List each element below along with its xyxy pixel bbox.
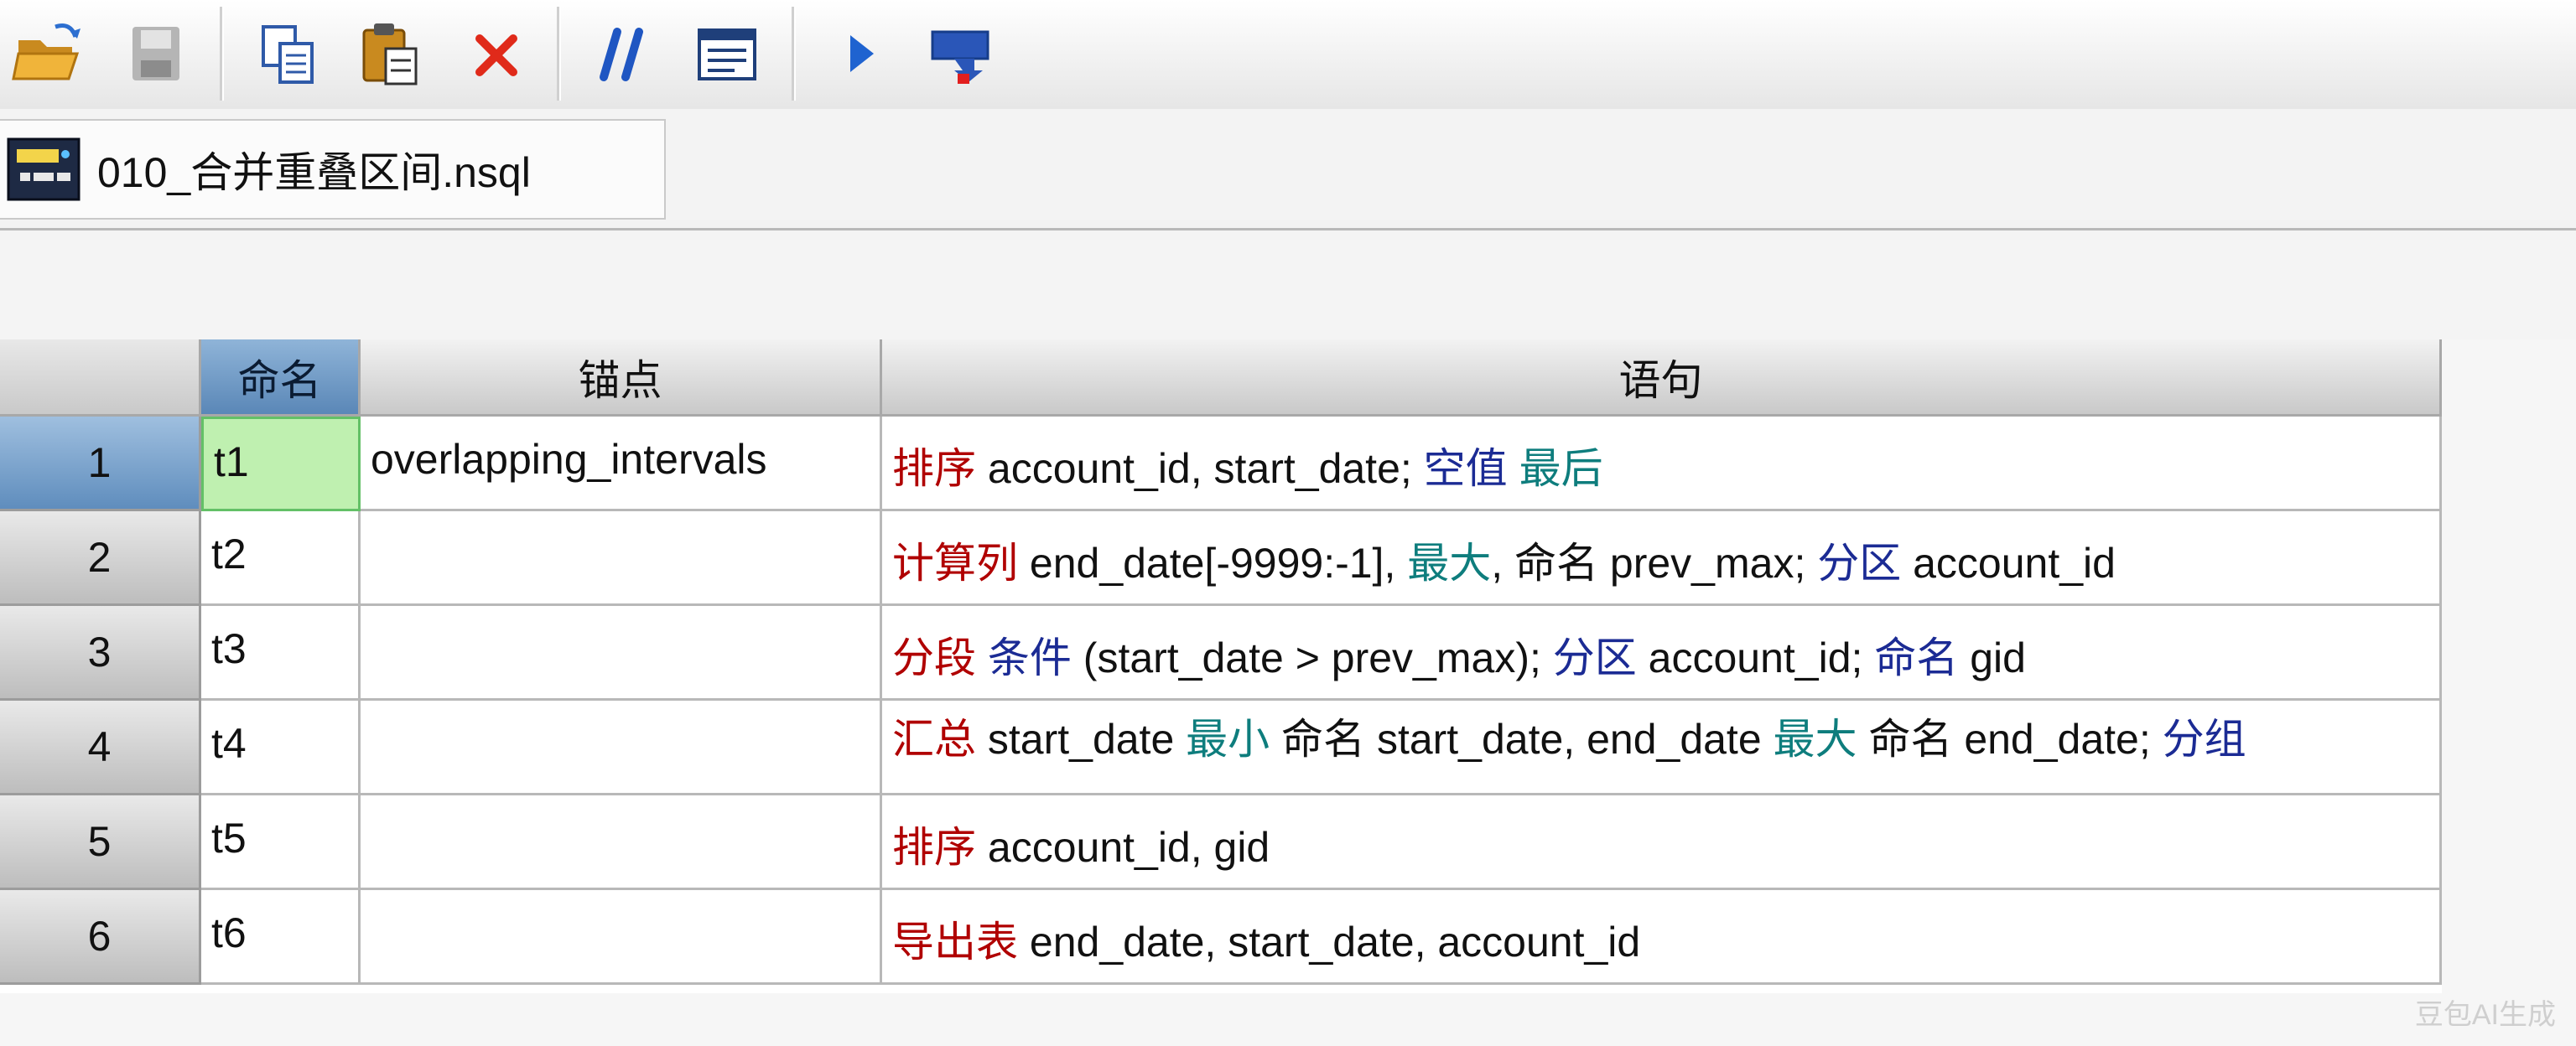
statement-keyword: 最大 [1407, 540, 1492, 587]
step-run-icon[interactable] [921, 15, 1001, 92]
cell-statement[interactable]: 导出表 end_date, start_date, account_id [882, 890, 2442, 985]
cell-name[interactable]: t1 [201, 417, 361, 511]
cell-name[interactable]: t6 [201, 890, 361, 985]
cell-name[interactable]: t3 [201, 606, 361, 701]
statement-text: start_date [976, 716, 1187, 763]
row-number-header[interactable]: 5 [0, 795, 201, 890]
cell-statement[interactable]: 分段 条件 (start_date > prev_max); 分区 accoun… [882, 606, 2442, 701]
cell-anchor[interactable] [361, 795, 882, 890]
row-number-header[interactable]: 6 [0, 890, 201, 985]
toolbar-separator [557, 7, 561, 101]
script-grid: 命名 锚点 语句 1 t1 overlapping_intervals 排序 acco… [0, 339, 2442, 993]
open-folder-icon[interactable] [8, 15, 89, 92]
cell-anchor[interactable] [361, 890, 882, 985]
paste-icon[interactable] [351, 15, 431, 92]
statement-keyword: 空值 [1423, 445, 1508, 492]
statement-text: 命名 start_date, end_date [1270, 716, 1774, 763]
toolbar-separator [220, 7, 224, 101]
toolbar [0, 0, 2576, 110]
statement-keyword: 最大 [1773, 716, 1857, 763]
statement-keyword: 分组 [2162, 716, 2246, 763]
column-header-name[interactable]: 命名 [201, 339, 361, 417]
statement-text: (start_date > prev_max); [1071, 634, 1553, 681]
watermark: 豆包AI生成 [2414, 999, 2556, 1031]
statement-keyword: 计算列 [892, 540, 1018, 587]
statement-text: account_id; [1636, 634, 1875, 681]
delete-icon[interactable] [456, 15, 537, 92]
save-icon[interactable] [116, 15, 196, 92]
copy-icon[interactable] [248, 15, 329, 92]
statement-text [1508, 445, 1519, 492]
grid-corner-header[interactable] [0, 339, 201, 417]
cell-anchor[interactable]: overlapping_intervals [361, 417, 882, 511]
column-header-anchor[interactable]: 锚点 [361, 339, 882, 417]
statement-text [976, 634, 988, 681]
editor-blank-area [0, 230, 2576, 339]
statement-text: , 命名 prev_max; [1491, 540, 1818, 587]
statement-keyword: 最小 [1186, 716, 1270, 763]
column-header-statement[interactable]: 语句 [882, 339, 2442, 417]
row-number-header[interactable]: 1 [0, 417, 201, 511]
statement-keyword: 导出表 [892, 919, 1018, 966]
statement-keyword: 排序 [892, 824, 976, 871]
statement-text: account_id [1901, 540, 2116, 587]
cell-anchor[interactable] [361, 511, 882, 606]
statement-keyword: 命名 [1874, 634, 1959, 681]
table-row[interactable]: 4 t4 汇总 start_date 最小 命名 start_date, end_d… [0, 701, 2442, 795]
statement-keyword: 汇总 [892, 716, 976, 763]
cell-name[interactable]: t4 [201, 701, 361, 795]
cell-anchor[interactable] [361, 701, 882, 795]
row-number-header[interactable]: 2 [0, 511, 201, 606]
cell-name[interactable]: t5 [201, 795, 361, 890]
statement-text: account_id, gid [976, 824, 1270, 871]
statement-keyword: 最后 [1519, 445, 1603, 492]
cell-statement[interactable]: 排序 account_id, gid [882, 795, 2442, 890]
toolbar-separator [792, 7, 796, 101]
statement-keyword: 排序 [892, 445, 976, 492]
tab-strip: 010_合并重叠区间.nsql [0, 109, 2576, 230]
properties-icon[interactable] [688, 15, 768, 92]
run-icon[interactable] [820, 15, 901, 92]
table-row[interactable]: 2 t2 计算列 end_date[-9999:-1], 最大, 命名 prev_m… [0, 511, 2442, 606]
statement-text: end_date, start_date, account_id [1018, 919, 1641, 966]
cell-statement[interactable]: 汇总 start_date 最小 命名 start_date, end_date… [882, 701, 2442, 795]
statement-keyword: 分段 [892, 634, 976, 681]
cell-anchor[interactable] [361, 606, 882, 701]
tab-file[interactable]: 010_合并重叠区间.nsql [0, 119, 666, 220]
statement-keyword: 分区 [1817, 540, 1902, 587]
statement-text: gid [1958, 634, 2026, 681]
statement-text: end_date[-9999:-1], [1018, 540, 1408, 587]
tab-file-title: 010_合并重叠区间.nsql [97, 149, 531, 196]
table-row[interactable]: 5 t5 排序 account_id, gid [0, 795, 2442, 890]
table-row[interactable]: 3 t3 分段 条件 (start_date > prev_max); 分区 acc… [0, 606, 2442, 701]
cell-name[interactable]: t2 [201, 511, 361, 606]
statement-text: account_id, start_date; [976, 445, 1424, 492]
row-number-header[interactable]: 4 [0, 701, 201, 795]
table-row[interactable]: 6 t6 导出表 end_date, start_date, account_id [0, 890, 2442, 985]
statement-keyword: 条件 [987, 634, 1072, 681]
cell-statement[interactable]: 排序 account_id, start_date; 空值 最后 [882, 417, 2442, 511]
statement-keyword: 分区 [1552, 634, 1637, 681]
script-file-icon [7, 137, 80, 201]
cell-statement[interactable]: 计算列 end_date[-9999:-1], 最大, 命名 prev_max;… [882, 511, 2442, 606]
table-row[interactable]: 1 t1 overlapping_intervals 排序 account_id, s… [0, 417, 2442, 511]
statement-text: 命名 end_date; [1857, 716, 2163, 763]
comment-icon[interactable] [584, 15, 664, 92]
row-number-header[interactable]: 3 [0, 606, 201, 701]
